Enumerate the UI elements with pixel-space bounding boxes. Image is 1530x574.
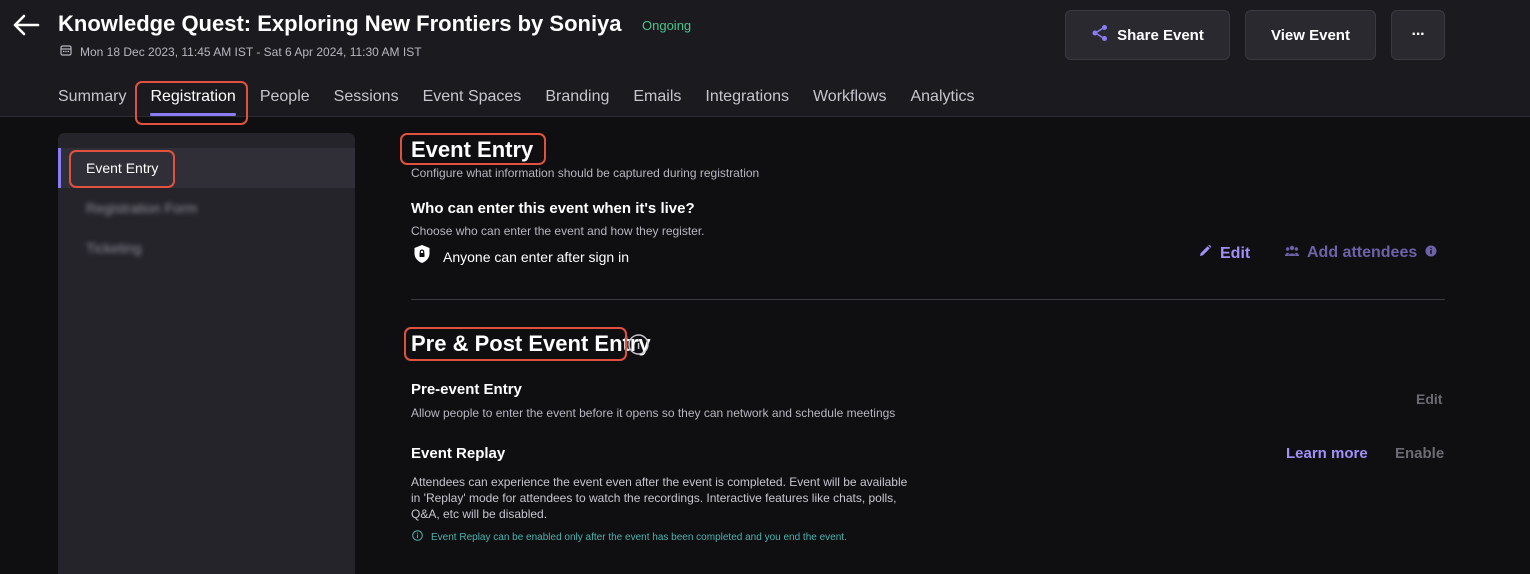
pencil-icon [1198,244,1212,263]
tab-workflows[interactable]: Workflows [813,86,887,108]
pre-event-entry-desc: Allow people to enter the event before i… [411,406,896,420]
tab-analytics[interactable]: Analytics [910,86,974,108]
tab-sessions[interactable]: Sessions [334,86,399,108]
event-dates: Mon 18 Dec 2023, 11:45 AM IST - Sat 6 Ap… [60,44,422,59]
access-setting: Anyone can enter after sign in [413,244,629,269]
entry-question: Who can enter this event when it's live? [411,200,695,217]
tab-registration-label: Registration [150,88,236,105]
sidebar-item-label: Ticketing [86,240,142,256]
add-attendees-button[interactable]: Add attendees [1285,244,1437,262]
status-badge: Ongoing [642,18,692,33]
registration-sidebar: Event Entry Registration Form Ticketing [58,133,355,574]
access-text: Anyone can enter after sign in [443,248,630,265]
pre-event-entry-title: Pre-event Entry [411,381,522,398]
people-icon [1285,244,1299,262]
event-entry-subtitle: Configure what information should be cap… [411,166,760,180]
tab-summary[interactable]: Summary [58,86,126,108]
active-item-bar [58,148,61,188]
event-header: Knowledge Quest: Exploring New Frontiers… [0,0,1530,117]
event-replay-title: Event Replay [411,445,506,462]
tab-branding[interactable]: Branding [545,86,609,108]
date-range-text: Mon 18 Dec 2023, 11:45 AM IST - Sat 6 Ap… [80,44,422,59]
shield-lock-icon [413,244,431,269]
tab-people[interactable]: People [260,86,310,108]
active-tab-indicator [150,113,236,116]
tab-emails[interactable]: Emails [633,86,681,108]
info-filled-icon [1425,244,1437,262]
view-event-button[interactable]: View Event [1245,10,1376,60]
enable-replay-button[interactable]: Enable [1395,445,1444,462]
info-icon[interactable] [628,334,649,360]
share-event-button[interactable]: Share Event [1065,10,1230,60]
replay-note-text: Event Replay can be enabled only after t… [431,531,847,543]
event-title: Knowledge Quest: Exploring New Frontiers… [58,11,622,36]
share-event-label: Share Event [1117,26,1204,44]
add-attendees-label: Add attendees [1307,244,1418,261]
tab-bar: Summary Registration People Sessions Eve… [58,86,975,116]
info-outline-icon [412,530,423,544]
replay-note: Event Replay can be enabled only after t… [412,530,847,544]
share-icon [1091,24,1109,46]
tab-event-spaces[interactable]: Event Spaces [423,86,522,108]
more-dots-icon: ··· [1411,26,1426,43]
entry-question-subtitle: Choose who can enter the event and how t… [411,224,705,238]
sidebar-item-ticketing[interactable]: Ticketing [58,228,355,268]
edit-entry-button[interactable]: Edit [1198,244,1250,263]
tab-integrations[interactable]: Integrations [705,86,789,108]
sidebar-item-event-entry[interactable]: Event Entry [58,148,355,188]
section-title-pre-post-entry: Pre & Post Event Entry [411,331,651,356]
edit-label: Edit [1220,244,1251,262]
back-arrow-icon[interactable] [10,10,42,40]
view-event-label: View Event [1271,26,1350,44]
learn-more-link[interactable]: Learn more [1286,445,1368,462]
section-divider [411,299,1445,300]
sidebar-item-label: Event Entry [86,160,159,176]
more-options-button[interactable]: ··· [1391,10,1445,60]
sidebar-item-registration-form[interactable]: Registration Form [58,188,355,228]
section-title-event-entry: Event Entry [411,137,534,162]
pre-event-edit-button[interactable]: Edit [1416,391,1442,407]
sidebar-item-label: Registration Form [86,200,198,216]
event-replay-desc: Attendees can experience the event even … [411,475,908,521]
tab-registration[interactable]: Registration [150,86,236,116]
calendar-icon [60,44,72,59]
